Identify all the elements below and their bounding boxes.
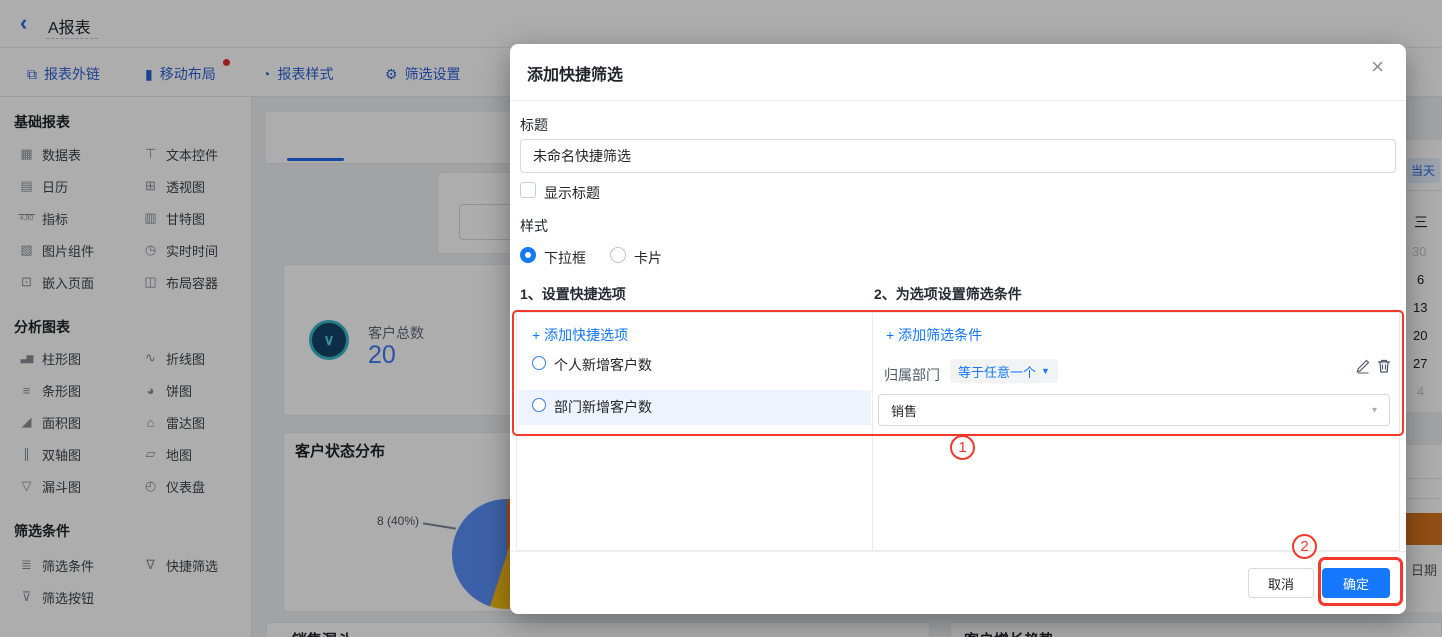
annotation-step-2: 2 <box>1292 534 1317 559</box>
condition-value-select[interactable]: 销售 ▾ <box>878 394 1390 426</box>
select-caret-icon: ▾ <box>1371 404 1377 416</box>
option-label-department: 部门新增客户数 <box>554 399 652 415</box>
panel-vertical-divider <box>872 313 873 550</box>
add-quick-option-link[interactable]: + 添加快捷选项 <box>532 325 628 345</box>
select-value: 销售 <box>891 403 918 419</box>
confirm-button[interactable]: 确定 <box>1322 568 1390 598</box>
section-2-heading: 2、为选项设置筛选条件 <box>874 286 1022 302</box>
add-link-label: 添加快捷选项 <box>544 327 629 343</box>
plus-icon: + <box>532 327 541 343</box>
operator-label: 等于任意一个 <box>958 364 1037 380</box>
radio-card-label: 卡片 <box>634 250 662 266</box>
style-field-label: 样式 <box>520 218 548 234</box>
cancel-button[interactable]: 取消 <box>1248 568 1314 598</box>
condition-operator-dropdown[interactable]: 等于任意一个 ▼ <box>950 359 1058 383</box>
option-radio-department[interactable] <box>532 398 546 412</box>
modal-header-divider <box>510 100 1406 101</box>
radio-card-style[interactable] <box>610 247 626 263</box>
add-filter-condition-link[interactable]: + 添加筛选条件 <box>886 325 982 345</box>
section-1-heading: 1、设置快捷选项 <box>520 286 626 302</box>
filter-title-input[interactable] <box>520 139 1396 173</box>
app-root: ‹ A报表 ⧉ 报表外链 ▮ 移动布局 ◔ 报表样式 ⚙ 筛选设置 基础报表 ▦… <box>0 0 1442 637</box>
plus-icon: + <box>886 327 895 343</box>
title-field-label: 标题 <box>520 117 548 133</box>
caret-down-icon: ▼ <box>1041 366 1050 376</box>
radio-dropdown-style[interactable] <box>520 247 536 263</box>
option-radio-personal[interactable] <box>532 356 546 370</box>
add-link-label: 添加筛选条件 <box>898 327 983 343</box>
annotation-number: 2 <box>1300 538 1309 555</box>
modal-title: 添加快捷筛选 <box>527 67 624 84</box>
annotation-number: 1 <box>958 439 967 456</box>
condition-field-name: 归属部门 <box>884 367 940 383</box>
close-icon[interactable]: × <box>1371 56 1384 78</box>
modal-footer-divider <box>510 551 1406 552</box>
show-title-label: 显示标题 <box>544 185 600 201</box>
delete-trash-icon[interactable] <box>1376 358 1392 374</box>
option-label-personal: 个人新增客户数 <box>554 357 652 373</box>
add-quick-filter-modal: 添加快捷筛选 × 标题 显示标题 样式 下拉框 卡片 1、设置快捷选项 2、为选… <box>510 44 1406 614</box>
options-conditions-panel <box>516 312 1400 551</box>
edit-pencil-icon[interactable] <box>1355 358 1371 374</box>
annotation-step-1: 1 <box>950 435 975 460</box>
show-title-checkbox[interactable] <box>520 182 536 198</box>
radio-dropdown-label: 下拉框 <box>544 250 586 266</box>
